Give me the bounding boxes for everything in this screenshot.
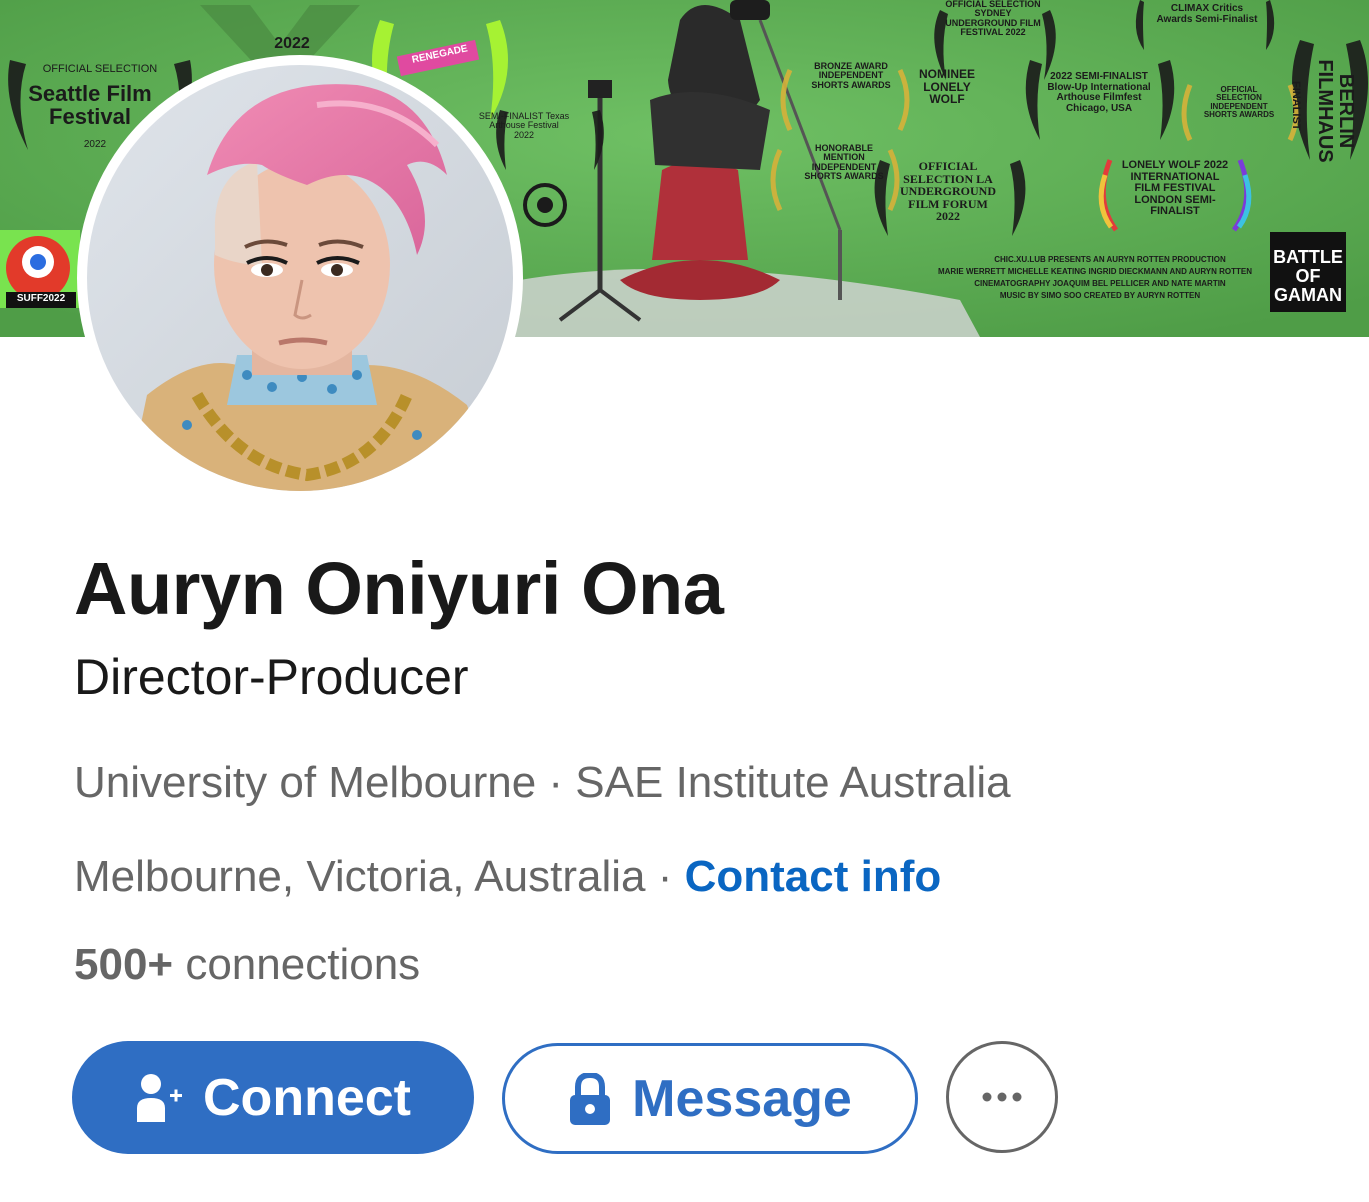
banner-suff: SUFF2022 [16,293,66,304]
add-person-icon [135,1072,183,1124]
banner-filmhaus-finalist: FINALIST [1289,81,1302,131]
banner-credits-1: CHIC.XU.LUB PRESENTS AN AURYN ROTTEN PRO… [994,255,1226,264]
banner-texas: SEMI-FINALIST Texas Arthouse Festival 20… [478,111,570,140]
profile-education[interactable]: University of Melbourne · SAE Institute … [74,758,1011,808]
message-button[interactable]: Message [502,1043,918,1154]
profile-location: Melbourne, Victoria, Australia [74,852,646,901]
profile-location-line: Melbourne, Victoria, Australia · Contact… [74,852,941,902]
banner-top-year: 2022 [274,35,310,52]
banner-credits-4: MUSIC BY SIMO SOO CREATED BY AURYN ROTTE… [999,291,1201,300]
location-separator: · [645,852,685,901]
connections-label: connections [173,940,421,989]
avatar-photo [87,65,513,491]
banner-lonely-wolf-nominee: NOMINEE LONELY WOLF [918,67,975,107]
banner-credits-3: CINEMATOGRAPHY JOAQUIM BEL PELLICER AND … [974,279,1226,288]
banner-la-underground: OFFICIAL SELECTION LA UNDERGROUND FILM F… [900,159,996,224]
banner-iss-honorable: HONORABLE MENTION INDEPENDENT SHORTS AWA… [804,143,884,182]
banner-blowup: 2022 SEMI-FINALIST Blow-Up International… [1047,71,1151,114]
banner-credits-2: MARIE WERRETT MICHELLE KEATING INGRID DI… [937,267,1253,276]
banner-seattle-selection: OFFICIAL SELECTION [42,63,158,75]
banner-filmhaus: BERLIN FILMHAUS [1314,59,1357,163]
profile-name: Auryn Oniyuri Ona [74,547,724,630]
connect-button[interactable]: Connect [72,1041,474,1154]
contact-info-link[interactable]: Contact info [685,852,942,901]
banner-iss-official: OFFICIAL SELECTION INDEPENDENT SHORTS AW… [1203,85,1275,120]
lock-icon [568,1072,612,1125]
banner-iss-bronze: BRONZE AWARD INDEPENDENT SHORTS AWARDS [811,61,891,90]
banner-lonely-wolf-semi: LONELY WOLF 2022 INTERNATIONAL FILM FEST… [1121,159,1229,218]
connections-count: 500+ [74,940,174,989]
banner-sydney: OFFICIAL SELECTION SYDNEY UNDERGROUND FI… [945,0,1041,38]
profile-headline: Director-Producer [74,649,469,705]
profile-connections[interactable]: 500+ connections [74,940,420,990]
more-actions-button[interactable]: ··· [946,1041,1058,1153]
banner-climax: CLIMAX Critics Awards Semi-Finalist [1156,3,1258,25]
profile-avatar[interactable] [77,55,523,501]
message-label: Message [632,1069,852,1128]
banner-battle: BATTLE OF GAMAN [1273,247,1343,305]
connect-label: Connect [203,1068,411,1127]
more-dots-icon [982,1092,1022,1102]
